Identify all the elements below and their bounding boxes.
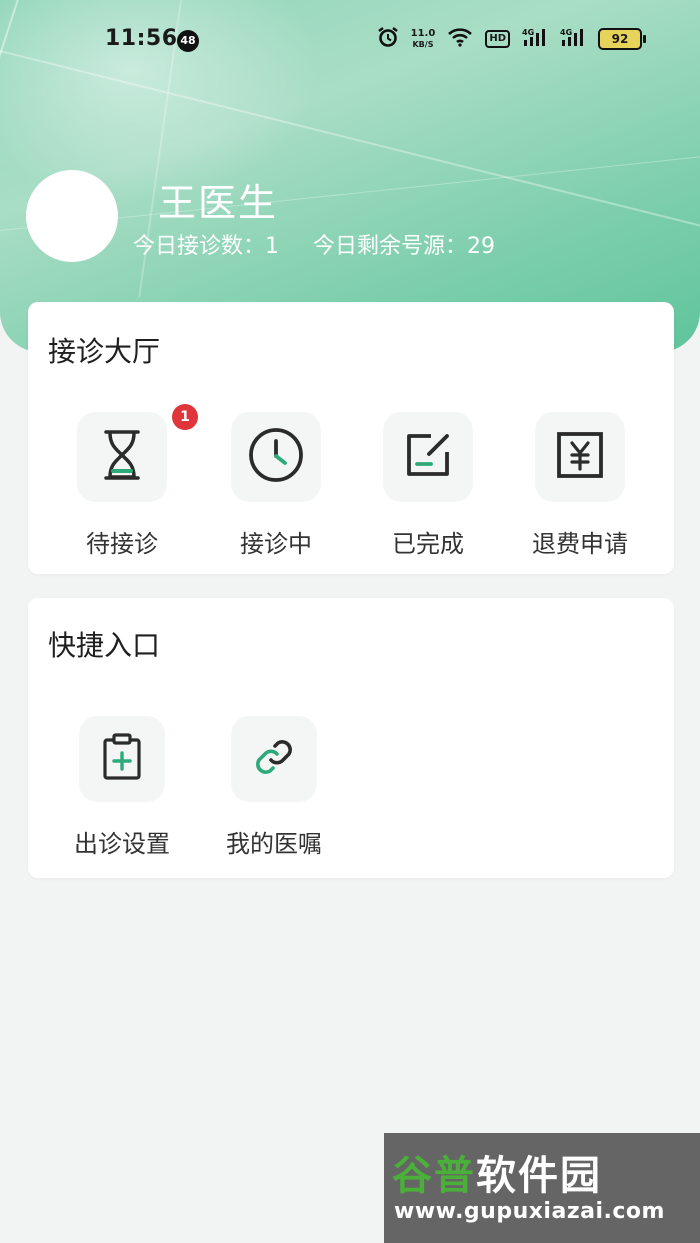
wifi-icon [447, 27, 473, 50]
my-orders-label: 我的医嘱 [226, 830, 322, 858]
completed-button[interactable]: 已完成 [358, 412, 498, 559]
refund-icon-box [535, 412, 625, 502]
completed-icon-box [383, 412, 473, 502]
today-stats: 今日接诊数：1 今日剩余号源：29 [133, 228, 495, 260]
doctor-name: 王医生 [158, 181, 279, 225]
alarm-icon [377, 26, 399, 51]
watermark-url: www.gupuxiazai.com [394, 1199, 665, 1224]
remaining-slots-value: 29 [467, 234, 496, 259]
today-visits-stat: 今日接诊数：1 [133, 228, 279, 260]
watermark-brand: 谷普软件园 [392, 1143, 602, 1201]
my-orders-button[interactable]: 我的医嘱 [204, 716, 344, 859]
signal-icon: 4G [560, 27, 586, 50]
clinic-settings-label: 出诊设置 [74, 830, 170, 858]
clock-icon [247, 426, 305, 488]
hd-voice-icon: HD [485, 29, 510, 48]
reception-hall-title: 接诊大厅 [48, 335, 161, 368]
svg-text:4G: 4G [560, 28, 572, 37]
watermark-brand-green: 谷普 [392, 1153, 476, 1199]
refund-request-button[interactable]: 退费申请 [510, 412, 650, 559]
remaining-slots-label: 今日剩余号源： [313, 234, 468, 259]
profile-header: 11:56 48 11.0 KB/S HD 4G 4G 92 王医生 今日接诊数… [0, 0, 700, 352]
site-watermark: 谷普软件园 www.gupuxiazai.com [384, 1133, 700, 1243]
waiting-button[interactable]: 1 待接诊 [52, 404, 198, 559]
notification-count-badge: 48 [177, 30, 199, 52]
waiting-count-badge: 1 [172, 404, 198, 430]
remaining-slots-stat: 今日剩余号源：29 [313, 228, 495, 260]
edit-check-icon [403, 430, 453, 484]
in-progress-button[interactable]: 接诊中 [206, 412, 346, 559]
network-speed-unit: KB/S [412, 39, 434, 49]
waiting-label: 待接诊 [86, 530, 158, 558]
in-progress-icon-box [231, 412, 321, 502]
clinic-settings-icon-box [79, 716, 165, 802]
svg-text:4G: 4G [522, 28, 534, 37]
watermark-brand-white: 软件园 [476, 1153, 602, 1199]
status-time: 11:56 [105, 26, 178, 51]
shortcuts-card: 快捷入口 出诊设置 我的医嘱 [28, 598, 674, 878]
yuan-refund-icon [555, 430, 605, 484]
today-visits-label: 今日接诊数： [133, 234, 266, 259]
battery-indicator: 92 [598, 27, 646, 50]
today-visits-value: 1 [265, 234, 280, 259]
shortcuts-title: 快捷入口 [48, 629, 161, 662]
waiting-icon-box: 1 [77, 404, 198, 502]
network-speed-value: 11.0 [410, 27, 436, 39]
reception-hall-card: 接诊大厅 1 待接诊 接诊中 已完成 退费申请 [28, 302, 674, 574]
my-orders-icon-box [231, 716, 317, 802]
refund-request-label: 退费申请 [532, 530, 628, 558]
clipboard-plus-icon [102, 733, 142, 785]
avatar[interactable] [26, 170, 118, 262]
status-icons: 11.0 KB/S HD 4G 4G 92 [377, 26, 646, 51]
hourglass-icon [100, 429, 144, 485]
completed-label: 已完成 [392, 530, 464, 558]
status-bar: 11:56 48 11.0 KB/S HD 4G 4G 92 [0, 20, 700, 60]
link-icon [251, 734, 297, 784]
clinic-settings-button[interactable]: 出诊设置 [52, 716, 192, 859]
network-speed: 11.0 KB/S [411, 28, 436, 50]
in-progress-label: 接诊中 [240, 530, 312, 558]
signal-icon: 4G [522, 27, 548, 50]
